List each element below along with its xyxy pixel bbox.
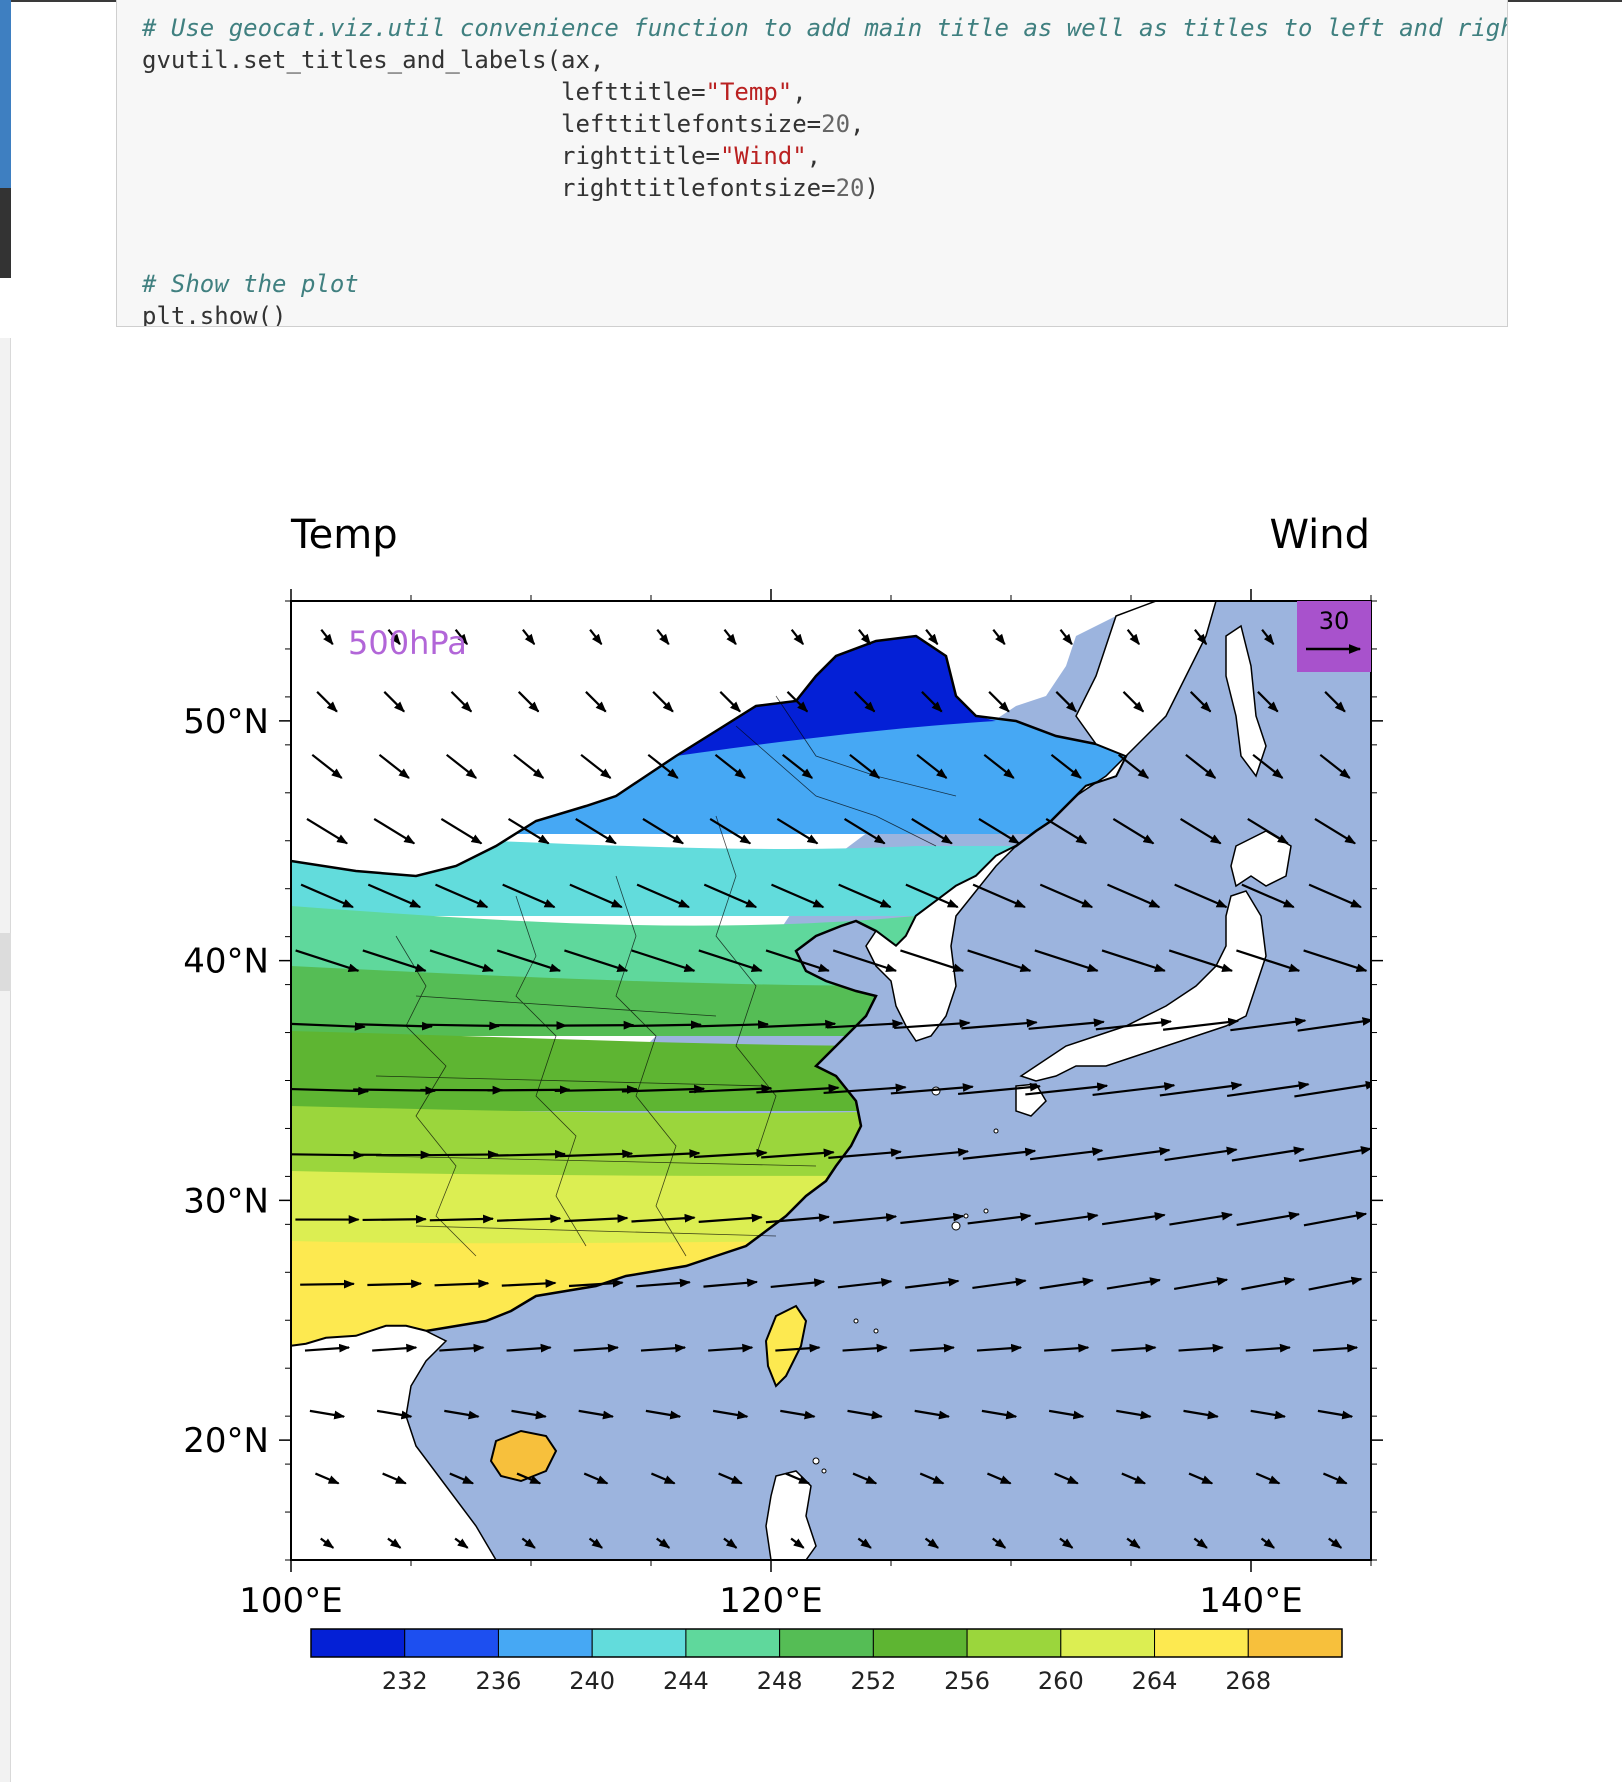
- colorbar-segment: [967, 1629, 1061, 1657]
- code-token: ,: [850, 110, 864, 138]
- y-tick-label: 50°N: [183, 702, 269, 742]
- plot-svg: Temp Wind: [116, 376, 1508, 1782]
- x-tick-label: 100°E: [239, 1581, 342, 1621]
- wind-arrow: [430, 1219, 493, 1221]
- output-area: Temp Wind: [116, 376, 1508, 1782]
- code-token: ,: [807, 142, 821, 170]
- code-token: righttitlefontsize=: [142, 174, 836, 202]
- y-tick-label: 30°N: [183, 1181, 269, 1221]
- x-tick-label: 140°E: [1199, 1581, 1302, 1621]
- colorbar: 232 236 240 244 248 252 256 260 264 268: [311, 1629, 1342, 1695]
- code-token: "Temp": [706, 78, 793, 106]
- code-line: # Use geocat.viz.util convenience functi…: [142, 12, 1508, 44]
- code-token: "Wind": [720, 142, 807, 170]
- cell-selection-indicator: [0, 0, 11, 188]
- code-line: gvutil.set_titles_and_labels(ax,: [142, 44, 604, 76]
- code-token: righttitle=: [142, 142, 720, 170]
- wind-arrow: [558, 1025, 634, 1026]
- plot-figure: Temp Wind: [116, 376, 1508, 1782]
- code-token: # Use geocat.viz.util convenience functi…: [142, 14, 1508, 42]
- wind-arrow: [425, 1154, 498, 1155]
- scrollbar-thumb[interactable]: [0, 933, 11, 991]
- wind-arrow: [291, 1154, 364, 1155]
- colorbar-tick-label: 256: [944, 1667, 990, 1695]
- right-title: Wind: [1269, 512, 1370, 558]
- wind-arrow: [363, 1219, 426, 1220]
- colorbar-segment: [1061, 1629, 1155, 1657]
- colorbar-segment: [498, 1629, 592, 1657]
- x-tick-label: 120°E: [719, 1581, 822, 1621]
- code-token: ): [864, 174, 878, 202]
- colorbar-tick-label: 232: [382, 1667, 428, 1695]
- colorbar-segment: [311, 1629, 405, 1657]
- code-token: 20: [836, 174, 865, 202]
- code-token: gvutil.set_titles_and_labels(ax,: [142, 46, 604, 74]
- y-tick-label: 20°N: [183, 1421, 269, 1461]
- wind-arrow: [424, 1025, 499, 1026]
- reference-vector-box: 30: [1297, 601, 1371, 672]
- colorbar-tick-label: 240: [569, 1667, 615, 1695]
- scrollbar-track[interactable]: [0, 338, 11, 1782]
- code-line: lefttitle="Temp",: [142, 76, 807, 108]
- colorbar-tick-label: 268: [1225, 1667, 1271, 1695]
- colorbar-segment: [873, 1629, 967, 1657]
- code-token: lefttitle=: [142, 78, 706, 106]
- code-line: # Show the plot: [142, 268, 359, 300]
- wind-arrow: [300, 1284, 354, 1285]
- colorbar-tick-label: 244: [663, 1667, 709, 1695]
- code-token: ,: [792, 78, 806, 106]
- code-line: lefttitlefontsize=20,: [142, 108, 864, 140]
- code-cell[interactable]: # Use geocat.viz.util convenience functi…: [116, 0, 1508, 327]
- colorbar-tick-label: 260: [1038, 1667, 1084, 1695]
- code-token: # Show the plot: [142, 270, 359, 298]
- code-token: plt.show(): [142, 302, 287, 327]
- colorbar-tick-label: 248: [757, 1667, 803, 1695]
- level-label: 500hPa: [348, 624, 467, 662]
- colorbar-segment: [592, 1629, 686, 1657]
- code-token: lefttitlefontsize=: [142, 110, 821, 138]
- cell-run-indicator: [0, 188, 11, 278]
- colorbar-tick-label: 264: [1132, 1667, 1178, 1695]
- code-line: righttitle="Wind",: [142, 140, 821, 172]
- colorbar-segment: [1248, 1629, 1342, 1657]
- colorbar-segment: [780, 1629, 874, 1657]
- left-title: Temp: [290, 512, 398, 558]
- wind-arrow: [625, 1025, 700, 1026]
- y-tick-label: 40°N: [183, 942, 269, 982]
- colorbar-tick-label: 236: [476, 1667, 522, 1695]
- colorbar-tick-label: 252: [850, 1667, 896, 1695]
- code-line: plt.show(): [142, 300, 287, 327]
- code-token: 20: [821, 110, 850, 138]
- colorbar-segment: [405, 1629, 499, 1657]
- reference-vector-label: 30: [1319, 607, 1350, 635]
- wind-arrow: [367, 1284, 421, 1285]
- colorbar-segment: [1155, 1629, 1249, 1657]
- code-line: righttitlefontsize=20): [142, 172, 879, 204]
- map-area: [286, 601, 1376, 1560]
- colorbar-segment: [686, 1629, 780, 1657]
